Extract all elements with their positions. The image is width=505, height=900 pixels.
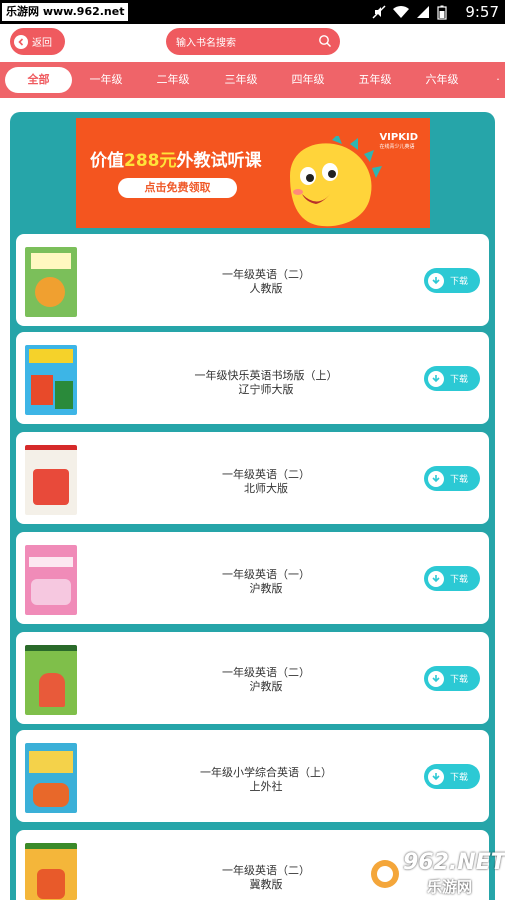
download-label: 下载 xyxy=(450,277,469,287)
book-cover-image xyxy=(25,247,77,317)
book-cover-image xyxy=(25,843,77,900)
book-card[interactable]: 一年级英语（二） 沪教版 下载 xyxy=(16,632,489,724)
download-label: 下载 xyxy=(450,375,469,385)
back-label: 返回 xyxy=(32,38,52,49)
banner-headline: 价值288元外教试听课 xyxy=(90,151,262,171)
battery-icon xyxy=(437,5,447,20)
wifi-icon xyxy=(393,5,409,19)
book-title: 一年级英语（二） 冀教版 xyxy=(222,864,310,891)
tab-grade-1[interactable]: 一年级 xyxy=(80,67,132,93)
book-cover-image xyxy=(25,645,77,715)
download-arrow-icon xyxy=(428,370,444,387)
tab-grade-5[interactable]: 五年级 xyxy=(349,67,401,93)
mute-icon xyxy=(372,5,386,19)
watermark-logo: 962.NET 乐游网 xyxy=(369,850,505,896)
book-card[interactable]: 一年级小学综合英语（上） 上外社 下载 xyxy=(16,730,489,822)
book-title: 一年级英语（二） 沪教版 xyxy=(222,666,310,693)
tab-grade-3[interactable]: 三年级 xyxy=(215,67,267,93)
book-title: 一年级小学综合英语（上） 上外社 xyxy=(200,766,332,793)
clock: 9:57 xyxy=(465,3,499,21)
download-arrow-icon xyxy=(428,272,444,289)
book-card[interactable]: 一年级英语（二） 北师大版 下载 xyxy=(16,432,489,524)
book-card[interactable]: 一年级快乐英语书场版（上） 辽宁师大版 下载 xyxy=(16,332,489,424)
book-title: 一年级英语（二） 北师大版 xyxy=(222,468,310,495)
download-arrow-icon xyxy=(428,670,444,687)
download-button[interactable]: 下载 xyxy=(424,764,480,789)
book-cover-image xyxy=(25,345,77,415)
tab-all[interactable]: 全部 xyxy=(5,67,72,93)
search-placeholder: 输入书名搜索 xyxy=(176,38,236,49)
status-icons xyxy=(372,4,447,20)
back-button[interactable]: 返回 xyxy=(10,28,65,55)
book-title: 一年级英语（一） 沪教版 xyxy=(222,568,310,595)
book-title: 一年级英语（二） 人教版 xyxy=(222,268,310,295)
tab-grade-4[interactable]: 四年级 xyxy=(282,67,334,93)
download-arrow-icon xyxy=(428,470,444,487)
download-label: 下载 xyxy=(450,773,469,783)
signal-icon xyxy=(417,6,429,18)
download-button[interactable]: 下载 xyxy=(424,466,480,491)
download-arrow-icon xyxy=(428,570,444,587)
promo-banner[interactable]: 价值288元外教试听课 点击免费领取 VIPKID 在线青少儿英语 xyxy=(76,118,430,228)
download-button[interactable]: 下载 xyxy=(424,666,480,691)
download-arrow-icon xyxy=(428,768,444,785)
grade-tabs: 全部 一年级 二年级 三年级 四年级 五年级 六年级 · xyxy=(0,62,505,98)
tab-grade-2[interactable]: 二年级 xyxy=(147,67,199,93)
book-card[interactable]: 一年级英语（一） 沪教版 下载 xyxy=(16,532,489,624)
book-cover-image xyxy=(25,743,77,813)
book-title: 一年级快乐英语书场版（上） 辽宁师大版 xyxy=(194,369,338,396)
search-icon[interactable] xyxy=(318,34,332,48)
app-header: 返回 输入书名搜索 xyxy=(0,24,505,62)
banner-claim-button[interactable]: 点击免费领取 xyxy=(118,178,237,198)
download-button[interactable]: 下载 xyxy=(424,566,480,591)
dinosaur-mascot-icon xyxy=(290,136,382,227)
watermark-top: 乐游网 www.962.net xyxy=(2,3,129,21)
download-label: 下载 xyxy=(450,475,469,485)
download-label: 下载 xyxy=(450,675,469,685)
tab-more[interactable]: · xyxy=(488,67,505,93)
book-cover-image xyxy=(25,545,77,615)
book-card[interactable]: 一年级英语（二） 人教版 下载 xyxy=(16,234,489,326)
download-button[interactable]: 下载 xyxy=(424,366,480,391)
chevron-left-icon xyxy=(14,34,28,49)
book-cover-image xyxy=(25,445,77,515)
download-button[interactable]: 下载 xyxy=(424,268,480,293)
tab-grade-6[interactable]: 六年级 xyxy=(416,67,468,93)
status-bar: 乐游网 www.962.net 9:57 xyxy=(0,0,505,24)
download-label: 下载 xyxy=(450,575,469,585)
search-input[interactable]: 输入书名搜索 xyxy=(166,28,340,55)
